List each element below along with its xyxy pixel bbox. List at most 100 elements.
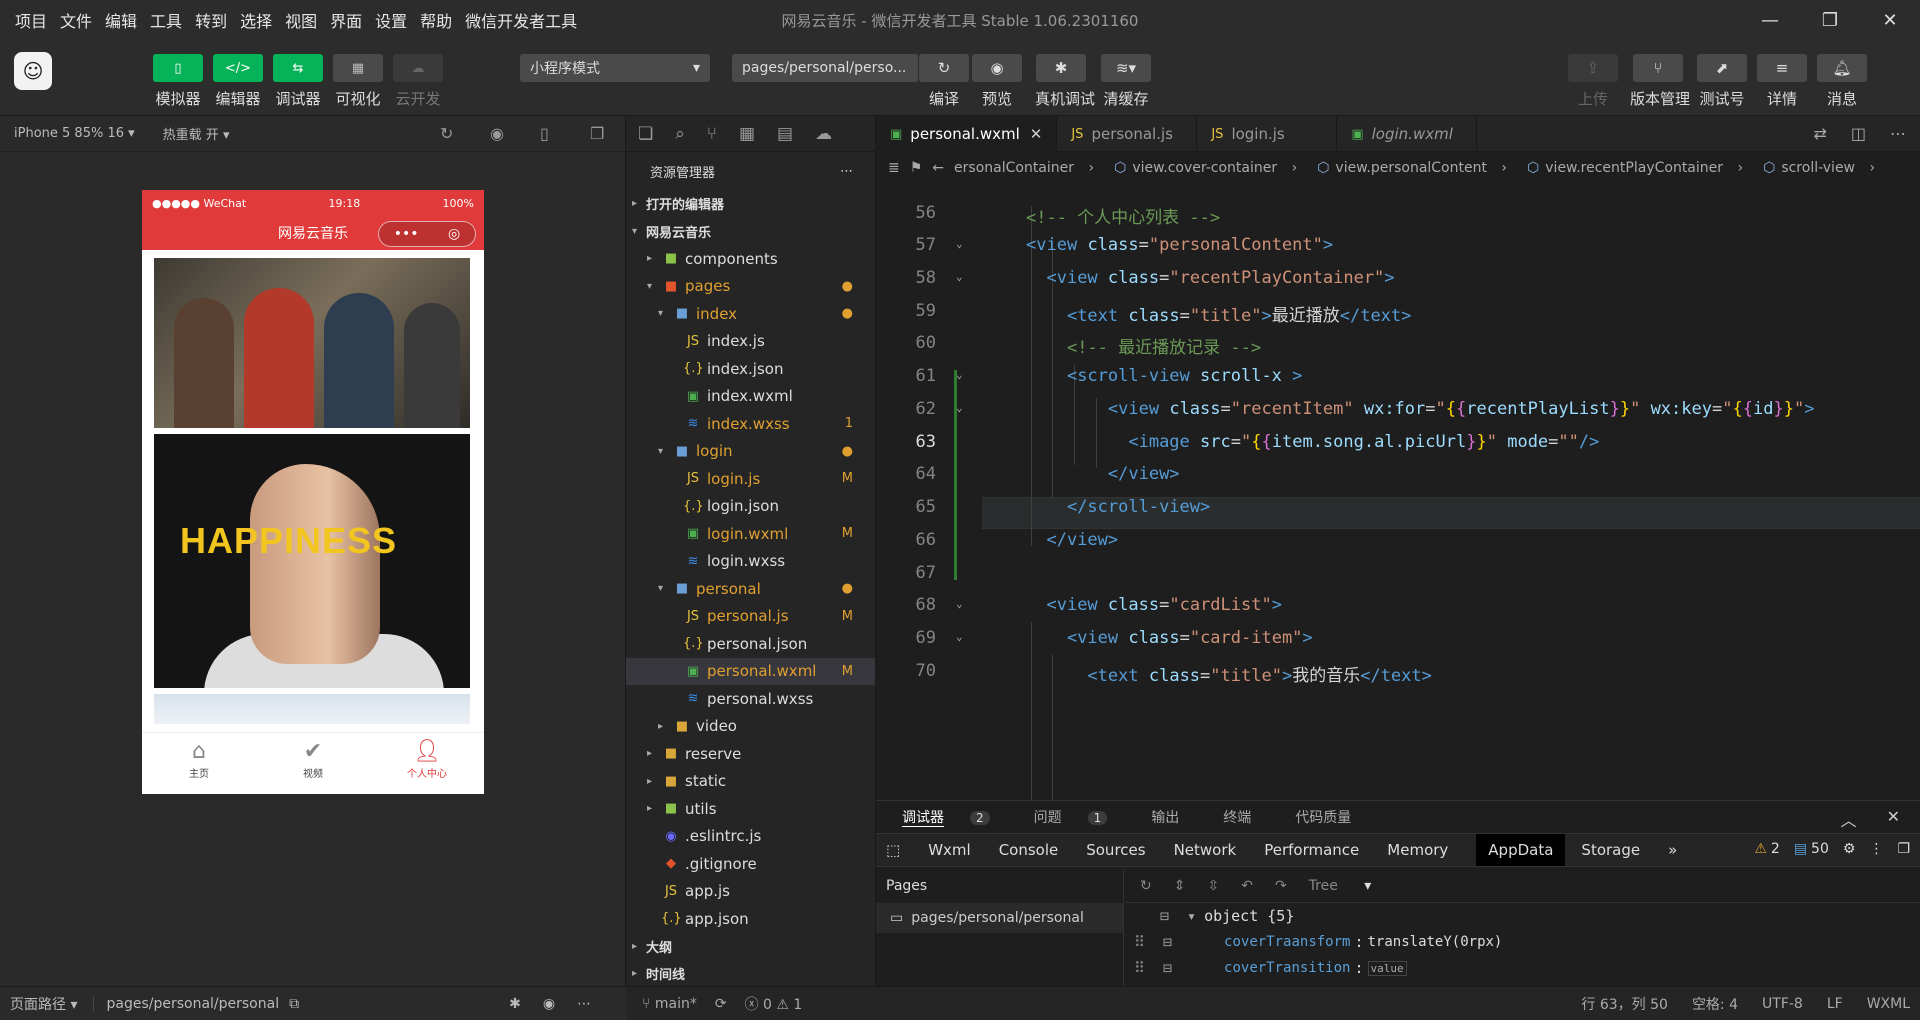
close-icon[interactable]: ✕ bbox=[1030, 125, 1043, 143]
devtools-tab[interactable]: Performance bbox=[1264, 841, 1359, 859]
outline-section[interactable]: ▸ 大纲 bbox=[626, 933, 875, 961]
refresh-icon[interactable]: ↻ bbox=[440, 124, 453, 143]
refresh-icon[interactable]: ↻ bbox=[1140, 878, 1152, 894]
menu-item[interactable]: 微信开发者工具 bbox=[465, 8, 577, 32]
menu-item[interactable]: 工具 bbox=[150, 8, 182, 32]
menu-item[interactable]: 设置 bbox=[375, 8, 407, 32]
hot-reload-toggle[interactable]: 热重载 开 ▾ bbox=[163, 124, 230, 143]
editor-tab[interactable]: ▣ login.wxml bbox=[1337, 116, 1478, 152]
debug-tab[interactable]: 问题 1 bbox=[1034, 807, 1130, 827]
devtools-tab[interactable]: Sources bbox=[1086, 841, 1145, 859]
project-section[interactable]: ▾ 网易云音乐 bbox=[626, 218, 875, 246]
code-area[interactable]: 56 <!-- 个人中心列表 --> 57 ⌄ <view class="pers… bbox=[876, 190, 1920, 800]
upload-button[interactable]: ⇪ 上传 bbox=[1567, 54, 1619, 109]
extensions-icon[interactable]: ▦ bbox=[739, 124, 755, 144]
capsule-menu[interactable]: ••• ◎ bbox=[378, 221, 476, 247]
menu-item[interactable]: 转到 bbox=[195, 8, 227, 32]
debug-tab[interactable]: 调试器 2 bbox=[902, 807, 1012, 827]
appdata-row[interactable]: ⠿ ⊟ coverTraansform: translateY(0rpx) bbox=[1126, 929, 1920, 955]
sync-icon[interactable]: ⟳ bbox=[715, 996, 727, 1012]
debug-tab[interactable]: 输出 bbox=[1151, 807, 1201, 827]
cursor-position[interactable]: 行 63，列 50 bbox=[1581, 994, 1668, 1014]
tree-item[interactable]: ▸ ■ static bbox=[626, 768, 875, 796]
clear-cache-button[interactable]: ≋▾ 清缓存 bbox=[1100, 54, 1152, 109]
fold-icon[interactable]: ⌄ bbox=[956, 270, 963, 283]
window-icon[interactable]: ▤ bbox=[777, 124, 793, 144]
menu-item[interactable]: 选择 bbox=[240, 8, 272, 32]
tab-video[interactable]: ✔ 视频 bbox=[256, 733, 370, 794]
breadcrumb-item[interactable]: ⬡ view.cover-container › bbox=[1114, 160, 1307, 176]
timeline-section[interactable]: ▸ 时间线 bbox=[626, 960, 875, 988]
tree-item[interactable]: JS app.js bbox=[626, 878, 875, 906]
details-button[interactable]: ≡ 详情 bbox=[1756, 54, 1808, 109]
list-icon[interactable]: ≣ bbox=[888, 160, 900, 176]
search-icon[interactable]: ⌕ bbox=[675, 124, 685, 144]
menu-item[interactable]: 帮助 bbox=[420, 8, 452, 32]
device-select[interactable]: iPhone 5 85% 16 ▾ bbox=[14, 126, 135, 141]
copy-icon[interactable]: ⧉ bbox=[289, 996, 299, 1012]
tree-item[interactable]: JS login.js M bbox=[626, 465, 875, 493]
bookmark-icon[interactable]: ⚑ bbox=[910, 160, 923, 176]
gear-icon[interactable]: ⚙ bbox=[1843, 841, 1856, 857]
more-panels-icon[interactable]: » bbox=[1668, 841, 1677, 859]
minimize-icon[interactable]: — bbox=[1740, 0, 1800, 40]
appdata-row[interactable]: ⠿ ⊟ coverTransition: value bbox=[1126, 955, 1920, 981]
more-icon[interactable]: ⋯ bbox=[577, 996, 591, 1012]
tree-item[interactable]: ◉ .eslintrc.js bbox=[626, 823, 875, 851]
object-row[interactable]: ⊟ ▾ object {5} bbox=[1126, 903, 1920, 929]
language-mode[interactable]: WXML bbox=[1867, 996, 1910, 1012]
devtools-tab[interactable]: Wxml bbox=[928, 841, 971, 859]
breadcrumb-item[interactable]: ⬡ view.personalContent › bbox=[1317, 160, 1517, 176]
editor-tab[interactable]: JS login.js bbox=[1197, 116, 1338, 152]
fold-icon[interactable]: ⌄ bbox=[956, 630, 963, 643]
compile-button[interactable]: ↻ 编译 bbox=[918, 54, 970, 109]
tab-home[interactable]: ⌂ 主页 bbox=[142, 733, 256, 794]
tree-item[interactable]: ▸ ■ reserve bbox=[626, 740, 875, 768]
eol-setting[interactable]: LF bbox=[1827, 996, 1843, 1012]
eye-icon[interactable]: ◉ bbox=[543, 996, 555, 1012]
tree-item[interactable]: ≋ index.wxss 1 bbox=[626, 410, 875, 438]
devtools-tab[interactable]: Console bbox=[999, 841, 1059, 859]
dock-icon[interactable]: ❐ bbox=[1897, 841, 1910, 857]
problems-indicator[interactable]: ⓧ 0 ⚠ 1 bbox=[745, 994, 803, 1014]
more-icon[interactable]: ••• bbox=[394, 226, 419, 242]
devtools-tab[interactable]: Storage bbox=[1581, 841, 1640, 859]
editor-tab[interactable]: ▣ personal.wxml ✕ bbox=[876, 116, 1058, 152]
split-icon[interactable]: ◫ bbox=[1851, 124, 1866, 143]
expand-icon[interactable]: ⇕ bbox=[1174, 878, 1186, 894]
editor-button[interactable]: </> 编辑器 bbox=[213, 54, 263, 109]
tree-item[interactable]: ▾ ■ index ● bbox=[626, 300, 875, 328]
breadcrumb-item[interactable]: ⬡ scroll-view › bbox=[1763, 160, 1885, 176]
bug-icon[interactable]: ✱ bbox=[509, 996, 521, 1012]
close-icon[interactable]: ✕ bbox=[1887, 807, 1900, 831]
tree-item[interactable]: {.} index.json bbox=[626, 355, 875, 383]
git-branch[interactable]: ⑂ main* bbox=[642, 996, 697, 1012]
menu-item[interactable]: 项目 bbox=[15, 8, 47, 32]
avatar[interactable]: ☺ bbox=[14, 52, 52, 90]
files-icon[interactable]: ❏ bbox=[638, 124, 653, 144]
fold-icon[interactable]: ⌄ bbox=[956, 368, 963, 381]
inspect-icon[interactable]: ⬚ bbox=[886, 841, 900, 859]
breadcrumb-item[interactable]: ⬡ view.recentPlayContainer › bbox=[1527, 160, 1753, 176]
tree-item[interactable]: ≋ login.wxss bbox=[626, 548, 875, 576]
target-icon[interactable]: ◎ bbox=[448, 226, 460, 242]
editor-tab[interactable]: JS personal.js bbox=[1057, 116, 1198, 152]
stop-icon[interactable]: ◉ bbox=[490, 124, 504, 143]
preview-button[interactable]: ◉ 预览 bbox=[971, 54, 1023, 109]
cloud-button[interactable]: ☁ 云开发 bbox=[393, 54, 443, 109]
tree-item[interactable]: ▸ ■ utils bbox=[626, 795, 875, 823]
tree-item[interactable]: {.} app.json bbox=[626, 905, 875, 933]
open-editors-section[interactable]: ▸ 打开的编辑器 bbox=[626, 190, 875, 218]
tree-item[interactable]: ◆ .gitignore bbox=[626, 850, 875, 878]
phone-icon[interactable]: ▯ bbox=[540, 124, 549, 143]
tree-item[interactable]: ▣ login.wxml M bbox=[626, 520, 875, 548]
visual-button[interactable]: ▦ 可视化 bbox=[333, 54, 383, 109]
collapse-icon[interactable]: ⇳ bbox=[1207, 878, 1219, 894]
menu-item[interactable]: 文件 bbox=[60, 8, 92, 32]
debug-tab[interactable]: 终端 bbox=[1223, 807, 1273, 827]
messages-button[interactable]: 🔔︎ 消息 bbox=[1816, 54, 1868, 109]
drag-handle-icon[interactable]: ⠿ bbox=[1134, 959, 1145, 977]
maximize-icon[interactable]: ❐ bbox=[1800, 0, 1860, 40]
fold-icon[interactable]: ⌄ bbox=[956, 597, 963, 610]
page-select[interactable]: pages/personal/perso... bbox=[732, 54, 918, 82]
